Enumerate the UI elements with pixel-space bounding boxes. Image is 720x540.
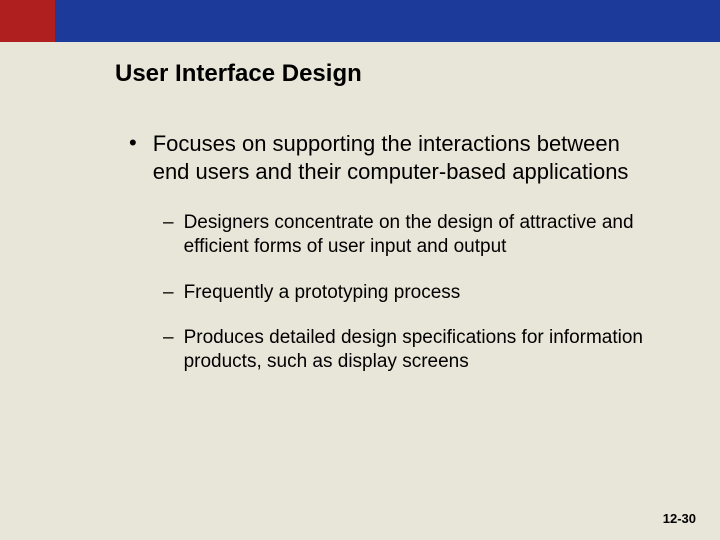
sub-bullet-text: Frequently a prototyping process <box>184 281 461 305</box>
bullet-marker: • <box>129 130 137 185</box>
main-bullet-text: Focuses on supporting the interactions b… <box>153 130 660 185</box>
dash-marker: – <box>163 211 174 259</box>
sub-bullet: – Produces detailed design specification… <box>163 326 660 374</box>
sub-bullet-text: Designers concentrate on the design of a… <box>184 211 660 259</box>
accent-blue-bar <box>55 0 720 42</box>
dash-marker: – <box>163 326 174 374</box>
slide-content: User Interface Design • Focuses on suppo… <box>0 42 720 374</box>
page-number: 12-30 <box>663 511 696 526</box>
sub-bullet: – Designers concentrate on the design of… <box>163 211 660 259</box>
header-bar <box>0 0 720 42</box>
sub-bullet-text: Produces detailed design specifications … <box>184 326 660 374</box>
dash-marker: – <box>163 281 174 305</box>
sub-bullet: – Frequently a prototyping process <box>163 281 660 305</box>
slide-title: User Interface Design <box>115 60 660 88</box>
main-bullet: • Focuses on supporting the interactions… <box>115 130 660 185</box>
accent-red-block <box>0 0 55 42</box>
